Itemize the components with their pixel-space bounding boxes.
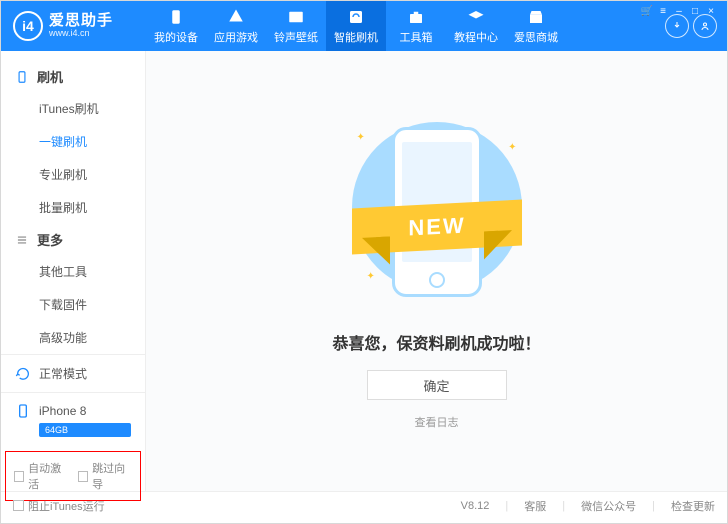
checkbox-icon [13,500,24,511]
new-ribbon: NEW [352,200,522,255]
skip-guide-checkbox[interactable]: 跳过向导 [78,460,132,492]
toolbox-icon [407,8,425,26]
sidebar-item-onekey-flash[interactable]: 一键刷机 [1,125,145,158]
menu-icon[interactable]: ≡ [658,6,668,16]
checkbox-label: 自动激活 [28,460,68,492]
brand: i4 爱思助手 www.i4.cn [1,11,146,41]
minimize-icon[interactable]: – [674,6,684,16]
checkbox-icon [14,471,24,482]
mode-label: 正常模式 [39,365,87,382]
refresh-icon [15,366,31,382]
sidebar-section-flash[interactable]: 刷机 [1,61,145,92]
nav-label: 我的设备 [154,29,198,45]
hero-graphic: ✦ ✦ ✦ NEW [327,112,547,312]
nav-label: 工具箱 [400,29,433,45]
logo-icon: i4 [13,11,43,41]
support-link[interactable]: 客服 [524,498,546,514]
sidebar-item-advanced[interactable]: 高级功能 [1,321,145,354]
version-label: V8.12 [461,500,490,512]
sidebar-item-other-tools[interactable]: 其他工具 [1,255,145,288]
checkbox-icon [78,471,88,482]
mode-status[interactable]: 正常模式 [1,354,145,392]
nav-tutorial[interactable]: 教程中心 [446,1,506,51]
brand-name: 爱思助手 [49,14,113,28]
nav-label: 铃声壁纸 [274,29,318,45]
main-panel: ✦ ✦ ✦ NEW 恭喜您，保资料刷机成功啦！ 确定 查看日志 [146,51,727,491]
checkbox-label: 跳过向导 [92,460,132,492]
nav-label: 爱思商城 [514,29,558,45]
storage-badge: 64GB [39,423,131,437]
nav-label: 智能刷机 [334,29,378,45]
nav-label: 应用游戏 [214,29,258,45]
nav-ringtone[interactable]: 铃声壁纸 [266,1,326,51]
sidebar-section-more[interactable]: 更多 [1,224,145,255]
sidebar-item-download-fw[interactable]: 下载固件 [1,288,145,321]
window-controls: 🛒 ≡ – □ × [642,4,724,18]
options-row: 自动激活 跳过向导 [5,451,141,501]
success-message: 恭喜您，保资料刷机成功啦！ [332,330,540,354]
device-info[interactable]: iPhone 8 64GB [1,392,145,447]
title-bar: 🛒 ≡ – □ × i4 爱思助手 www.i4.cn 我的设备 应用游戏 铃声… [1,1,727,51]
sidebar-item-pro-flash[interactable]: 专业刷机 [1,158,145,191]
image-icon [287,8,305,26]
section-title: 更多 [37,230,63,249]
section-title: 刷机 [37,67,63,86]
view-log-link[interactable]: 查看日志 [415,414,459,430]
list-icon [15,233,29,247]
maximize-icon[interactable]: □ [690,6,700,16]
sidebar-item-batch-flash[interactable]: 批量刷机 [1,191,145,224]
sidebar-item-itunes-flash[interactable]: iTunes刷机 [1,92,145,125]
refresh-icon [347,8,365,26]
close-icon[interactable]: × [706,6,716,16]
checkbox-label: 阻止iTunes运行 [28,498,105,514]
nav-apps[interactable]: 应用游戏 [206,1,266,51]
sidebar: 刷机 iTunes刷机 一键刷机 专业刷机 批量刷机 更多 其他工具 下载固件 … [1,51,146,491]
device-name: iPhone 8 [39,404,86,418]
top-nav: 我的设备 应用游戏 铃声壁纸 智能刷机 工具箱 教程中心 爱思商城 [146,1,655,51]
store-icon [527,8,545,26]
nav-flash[interactable]: 智能刷机 [326,1,386,51]
auto-activate-checkbox[interactable]: 自动激活 [14,460,68,492]
cart-icon[interactable]: 🛒 [642,6,652,16]
brand-url: www.i4.cn [49,28,113,38]
nav-toolbox[interactable]: 工具箱 [386,1,446,51]
phone-icon [15,70,29,84]
wechat-link[interactable]: 微信公众号 [581,498,636,514]
update-link[interactable]: 检查更新 [671,498,715,514]
grad-cap-icon [467,8,485,26]
nav-label: 教程中心 [454,29,498,45]
block-itunes-checkbox[interactable]: 阻止iTunes运行 [13,498,105,514]
phone-icon [15,403,31,419]
nav-store[interactable]: 爱思商城 [506,1,566,51]
nav-device[interactable]: 我的设备 [146,1,206,51]
phone-icon [167,8,185,26]
ok-button[interactable]: 确定 [367,370,507,400]
apps-icon [227,8,245,26]
